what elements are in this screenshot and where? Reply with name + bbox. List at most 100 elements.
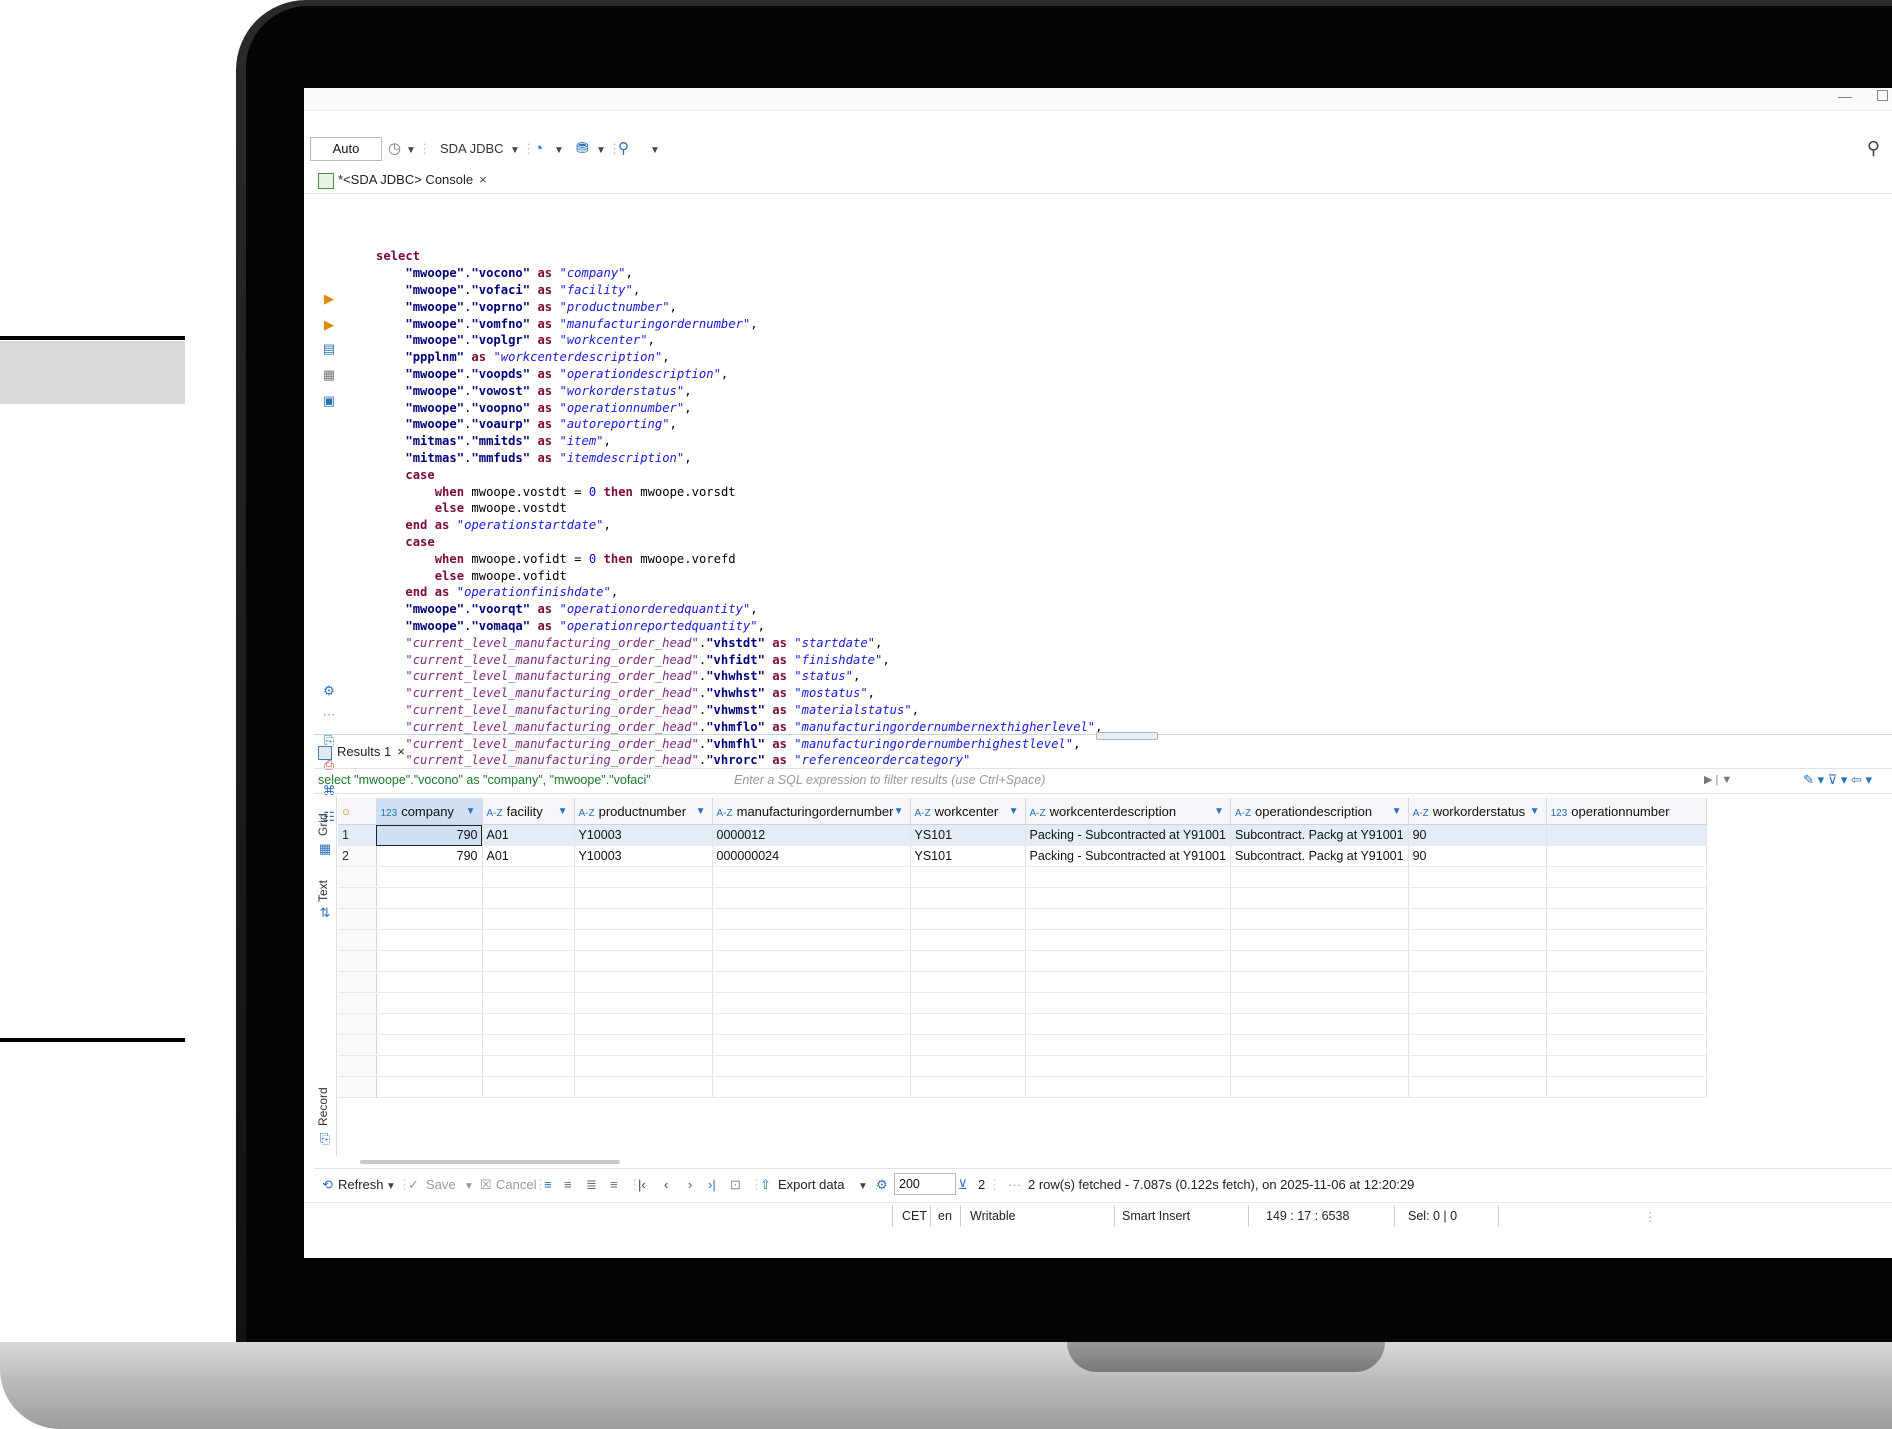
cell-company[interactable]: 790 (376, 845, 483, 867)
column-header-workcenterdescription[interactable]: A-Z workcenterdescription ▼ (1025, 798, 1231, 825)
add-row-icon[interactable]: ≡ (564, 1177, 572, 1193)
cell-company[interactable] (376, 1076, 483, 1098)
cell-workcenter[interactable] (910, 950, 1026, 972)
cell-workcenterdescription[interactable] (1025, 887, 1231, 909)
cell-productnumber[interactable] (574, 1034, 713, 1056)
row-number[interactable] (338, 971, 377, 993)
table-row[interactable] (338, 1013, 1707, 1035)
cell-facility[interactable] (482, 971, 575, 993)
cell-manufacturingordernumber[interactable] (712, 1013, 911, 1035)
table-row[interactable] (338, 1034, 1707, 1056)
table-row[interactable] (338, 866, 1707, 888)
cell-manufacturingordernumber[interactable] (712, 929, 911, 951)
cell-productnumber[interactable] (574, 950, 713, 972)
export-dropdown[interactable]: ▼ (858, 1179, 868, 1195)
cell-productnumber[interactable] (574, 866, 713, 888)
cell-operationnumber[interactable] (1546, 1076, 1707, 1098)
cell-company[interactable] (376, 866, 483, 888)
grid-horizontal-scrollbar[interactable] (360, 1160, 620, 1164)
cell-workorderstatus[interactable] (1408, 992, 1547, 1014)
cell-operationdescription[interactable]: Subcontract. Packg at Y91001 (1230, 845, 1409, 867)
cell-facility[interactable] (482, 1076, 575, 1098)
locale-indicator[interactable]: en (938, 1209, 952, 1223)
table-row[interactable] (338, 1055, 1707, 1077)
splitter-handle[interactable] (1096, 732, 1158, 740)
tab-results-1[interactable]: Results 1 × (318, 740, 405, 764)
text-view-tab[interactable]: Text (316, 880, 330, 902)
cell-workcenter[interactable] (910, 1055, 1026, 1077)
cell-facility[interactable] (482, 992, 575, 1014)
cell-workorderstatus[interactable] (1408, 971, 1547, 993)
cell-company[interactable] (376, 1034, 483, 1056)
cell-workcenterdescription[interactable] (1025, 950, 1231, 972)
cell-facility[interactable]: A01 (482, 845, 575, 867)
cell-operationdescription[interactable] (1230, 1034, 1409, 1056)
copy-row-icon[interactable]: ≣ (586, 1177, 597, 1193)
column-header-manufacturingordernumber[interactable]: A-Z manufacturingordernumber ▼ (712, 798, 911, 825)
column-header-company[interactable]: 123 company ▼ (376, 798, 483, 825)
cell-productnumber[interactable] (574, 887, 713, 909)
cell-operationnumber[interactable] (1546, 824, 1707, 846)
column-filter-icon[interactable]: ▼ (1530, 806, 1540, 817)
load-plan-icon[interactable]: ▦ (322, 368, 336, 382)
column-filter-icon[interactable]: ▼ (558, 806, 568, 817)
row-number[interactable] (338, 992, 377, 1014)
tab-sql-console[interactable]: *<SDA JDBC> Console × (318, 168, 487, 192)
record-view-tab[interactable]: Record (316, 1087, 330, 1126)
cancel-icon[interactable]: ☒ (480, 1177, 492, 1193)
column-header-operationdescription[interactable]: A-Z operationdescription ▼ (1230, 798, 1409, 825)
cell-operationnumber[interactable] (1546, 1055, 1707, 1077)
cell-workcenter[interactable]: YS101 (910, 845, 1026, 867)
cell-workcenterdescription[interactable] (1025, 1076, 1231, 1098)
export-icon[interactable]: ⇧ (760, 1177, 771, 1193)
cell-operationdescription[interactable] (1230, 992, 1409, 1014)
delete-row-icon[interactable]: ≡ (610, 1177, 618, 1193)
cell-workcenterdescription[interactable] (1025, 1055, 1231, 1077)
cell-operationnumber[interactable] (1546, 929, 1707, 951)
cell-productnumber[interactable] (574, 929, 713, 951)
row-number-header[interactable]: ○ (338, 798, 377, 825)
close-icon[interactable]: × (479, 172, 487, 187)
sql-editor[interactable]: ⊖ select "mwoope"."vocono" as "company",… (376, 198, 1886, 808)
cell-operationdescription[interactable] (1230, 950, 1409, 972)
cell-productnumber[interactable] (574, 1013, 713, 1035)
cell-productnumber[interactable]: Y10003 (574, 845, 713, 867)
cell-manufacturingordernumber[interactable] (712, 1055, 911, 1077)
cell-manufacturingordernumber[interactable]: 0000012 (712, 824, 911, 846)
cell-workcenterdescription[interactable]: Packing - Subcontracted at Y91001 (1025, 845, 1231, 867)
cell-manufacturingordernumber[interactable] (712, 908, 911, 930)
more-icon[interactable]: ··· (1008, 1177, 1021, 1193)
apply-filter-icon[interactable]: ▶ | ▼ (1704, 773, 1732, 786)
cell-workcenter[interactable] (910, 1013, 1026, 1035)
column-header-productnumber[interactable]: A-Z productnumber ▼ (574, 798, 713, 825)
cell-manufacturingordernumber[interactable] (712, 887, 911, 909)
cell-operationdescription[interactable] (1230, 908, 1409, 930)
cell-workcenterdescription[interactable] (1025, 1034, 1231, 1056)
cell-workcenter[interactable] (910, 1076, 1026, 1098)
refresh-dropdown[interactable]: ▼ (386, 1179, 396, 1195)
dashboard-dropdown[interactable]: ▼ (554, 142, 564, 160)
column-filter-icon[interactable]: ▼ (1392, 806, 1402, 817)
terminal-icon[interactable]: ▣ (322, 394, 336, 408)
history-dropdown[interactable]: ▼ (406, 142, 416, 160)
table-row[interactable] (338, 929, 1707, 951)
search-icon[interactable]: ⚲ (618, 140, 629, 158)
row-count-icon[interactable]: ⊻ (958, 1177, 968, 1193)
tools-dropdown[interactable]: ▼ (596, 142, 606, 160)
cell-operationnumber[interactable] (1546, 866, 1707, 888)
column-header-workcenter[interactable]: A-Z workcenter ▼ (910, 798, 1026, 825)
column-header-operationnumber[interactable]: 123 operationnumber (1546, 798, 1707, 825)
cell-company[interactable]: 790 (376, 824, 483, 846)
cell-productnumber[interactable] (574, 992, 713, 1014)
cell-operationdescription[interactable] (1230, 887, 1409, 909)
cell-operationnumber[interactable] (1546, 908, 1707, 930)
global-search-icon[interactable]: ⚲ (1867, 138, 1880, 159)
cell-facility[interactable] (482, 1034, 575, 1056)
cell-company[interactable] (376, 992, 483, 1014)
cell-company[interactable] (376, 1055, 483, 1077)
cell-operationdescription[interactable] (1230, 1076, 1409, 1098)
cell-productnumber[interactable] (574, 1055, 713, 1077)
save-icon[interactable]: ✓ (408, 1177, 419, 1193)
cell-workcenterdescription[interactable] (1025, 908, 1231, 930)
cell-facility[interactable] (482, 929, 575, 951)
